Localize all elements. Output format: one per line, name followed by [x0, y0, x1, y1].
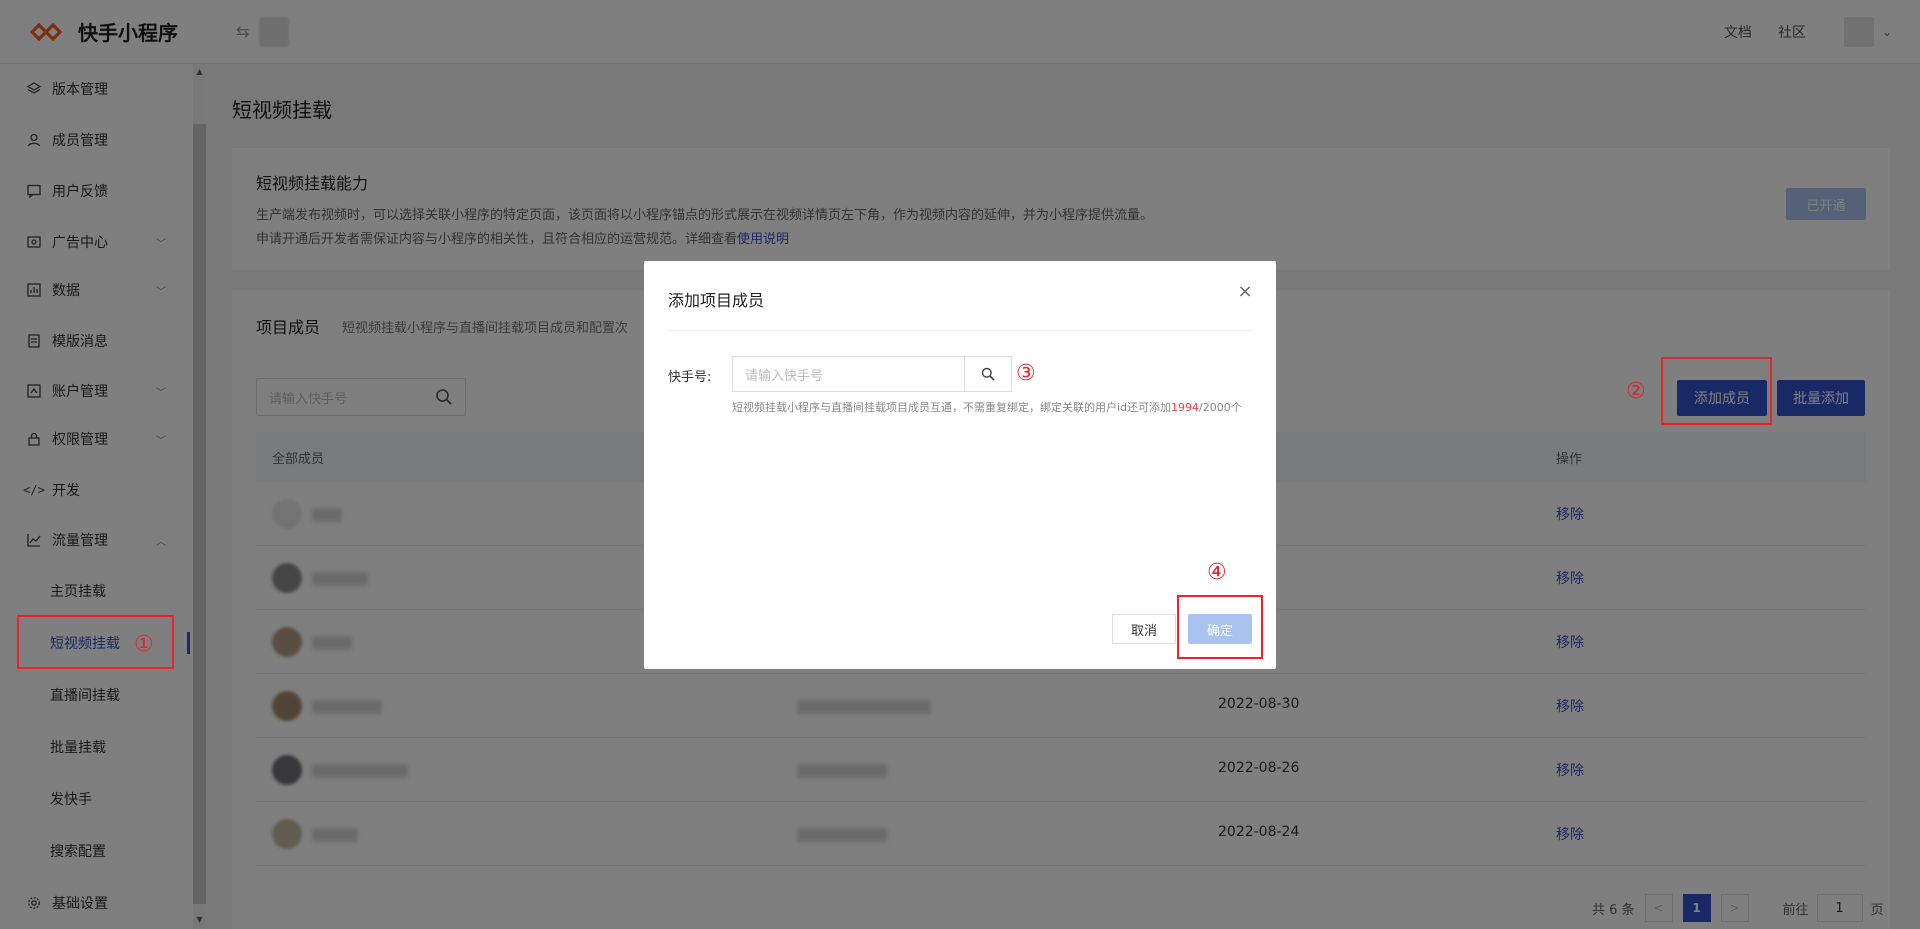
close-icon[interactable]: × — [1236, 283, 1254, 301]
dialog-title: 添加项目成员 — [668, 291, 765, 310]
annotation-mark-4: ④ — [1207, 560, 1227, 585]
divider — [668, 330, 1252, 331]
hint-suffix: /2000个 — [1199, 401, 1242, 414]
annotation-box-2 — [1661, 357, 1772, 425]
remaining-count: 1994 — [1171, 401, 1200, 414]
annotation-mark-2: ② — [1626, 379, 1646, 404]
dialog-search-button[interactable] — [964, 356, 1012, 392]
annotation-mark-3: ③ — [1016, 361, 1036, 386]
kuaishou-id-input[interactable]: 请输入快手号 — [732, 356, 964, 392]
kuaishou-id-label: 快手号: — [668, 370, 712, 385]
annotation-box-4 — [1177, 595, 1263, 659]
binding-hint: 短视频挂载小程序与直播间挂载项目成员互通，不需重复绑定，绑定关联的用户id还可添… — [732, 401, 1252, 414]
annotation-mark-1: ① — [134, 632, 154, 657]
cancel-button[interactable]: 取消 — [1112, 614, 1176, 644]
input-placeholder: 请输入快手号 — [745, 368, 824, 384]
hint-text: 短视频挂载小程序与直播间挂载项目成员互通，不需重复绑定，绑定关联的用户id还可添… — [732, 401, 1172, 414]
search-icon — [981, 367, 995, 381]
add-member-dialog: 添加项目成员 × 快手号: 请输入快手号 短视频挂载小程序与直播间挂载项目成员互… — [644, 261, 1276, 669]
